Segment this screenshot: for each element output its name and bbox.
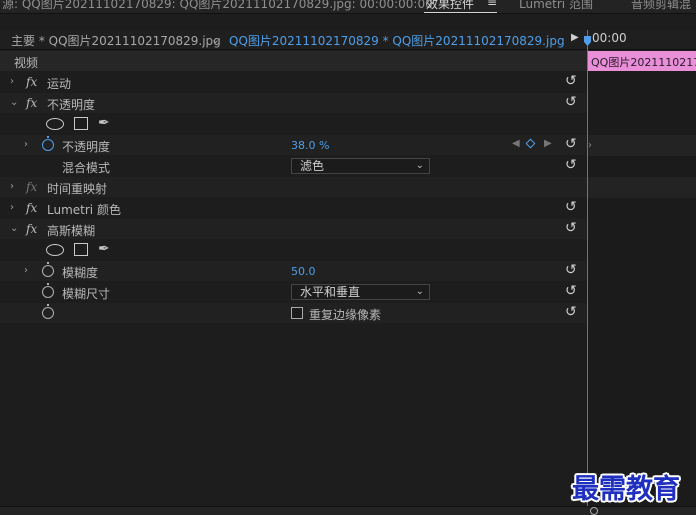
prev-keyframe-icon[interactable]: ◀ bbox=[512, 138, 520, 149]
fx-icon[interactable]: fx bbox=[26, 96, 37, 110]
pen-mask-icon[interactable]: ✒ bbox=[98, 241, 110, 257]
property-row-repeat-edge: 重复边缘像素 ↺ bbox=[0, 303, 587, 323]
keyframe-lane-time-remap[interactable] bbox=[588, 177, 696, 198]
reset-icon[interactable]: ↺ bbox=[565, 262, 577, 278]
panel-menu-icon[interactable]: ≡ bbox=[487, 0, 497, 9]
chevron-right-icon: › bbox=[588, 140, 592, 151]
mini-timeline[interactable]: QQ图片20211102170829.jpg › bbox=[588, 51, 696, 515]
watermark-text: 最需教育 bbox=[572, 474, 680, 505]
effect-controls-list: 视频 › fx 运动 ↺ ⌄ fx 不透明度 ↺ ✒ › 不透明度 38.0 %… bbox=[0, 51, 587, 515]
property-label-blend-mode: 混合模式 bbox=[62, 161, 111, 175]
next-keyframe-icon[interactable]: ▶ bbox=[544, 138, 552, 149]
fx-icon[interactable]: fx bbox=[26, 75, 37, 89]
active-tab-underline bbox=[424, 12, 497, 13]
chevron-down-icon[interactable]: ⌄ bbox=[211, 33, 220, 46]
audio-clip-mixer-tab[interactable]: 音频剪辑混 bbox=[631, 0, 691, 12]
repeat-edge-checkbox[interactable] bbox=[291, 307, 303, 319]
fx-icon[interactable]: fx bbox=[26, 180, 37, 194]
reset-icon[interactable]: ↺ bbox=[565, 283, 577, 299]
mask-tools-row: ✒ bbox=[0, 240, 587, 260]
rectangle-mask-icon[interactable] bbox=[74, 243, 88, 256]
blur-dimensions-select[interactable]: 水平和垂直 ⌄ bbox=[291, 284, 430, 300]
ellipse-mask-icon[interactable] bbox=[46, 244, 64, 256]
effect-label-motion: 运动 bbox=[47, 77, 72, 91]
timeline-timecode: 00:00 bbox=[592, 31, 627, 45]
source-monitor-tab[interactable]: 源: QQ图片20211102170829: QQ图片2021110217082… bbox=[2, 0, 433, 12]
reset-icon[interactable]: ↺ bbox=[565, 73, 577, 89]
property-label-blur-dimensions: 模糊尺寸 bbox=[62, 287, 111, 301]
mask-tools-row: ✒ bbox=[0, 114, 587, 134]
collapse-icon[interactable]: ⌄ bbox=[10, 97, 18, 108]
pen-mask-icon[interactable]: ✒ bbox=[98, 115, 110, 131]
effect-row-lumetri[interactable]: › fx Lumetri 颜色 ↺ bbox=[0, 198, 587, 218]
play-icon[interactable]: ▶ bbox=[571, 32, 579, 43]
keyframe-lane-opacity[interactable] bbox=[588, 135, 696, 156]
chevron-down-icon: ⌄ bbox=[415, 286, 424, 297]
property-row-blur-dimensions: 模糊尺寸 水平和垂直 ⌄ ↺ bbox=[0, 282, 587, 302]
reset-icon[interactable]: ↺ bbox=[565, 157, 577, 173]
effect-controls-tab[interactable]: 效果控件 bbox=[426, 0, 474, 12]
blend-mode-select[interactable]: 滤色 ⌄ bbox=[291, 158, 430, 174]
reset-icon[interactable]: ↺ bbox=[565, 304, 577, 320]
effect-row-gaussian-blur[interactable]: ⌄ fx 高斯模糊 ↺ bbox=[0, 219, 587, 239]
reset-icon[interactable]: ↺ bbox=[565, 136, 577, 152]
property-label-opacity: 不透明度 bbox=[62, 140, 111, 154]
expand-icon[interactable]: › bbox=[24, 265, 28, 276]
effect-label-gaussian-blur: 高斯模糊 bbox=[47, 224, 96, 238]
expand-icon[interactable]: › bbox=[10, 202, 14, 213]
bottom-bar bbox=[0, 506, 696, 515]
master-clip-label[interactable]: 主要 * QQ图片20211102170829.jpg bbox=[11, 32, 221, 49]
sequence-bar: 主要 * QQ图片20211102170829.jpg ⌄ QQ图片202111… bbox=[0, 30, 696, 50]
zoom-handle-icon[interactable] bbox=[590, 507, 598, 515]
panel-tab-bar: 源: QQ图片20211102170829: QQ图片2021110217082… bbox=[0, 0, 696, 14]
effect-label-time-remap: 时间重映射 bbox=[47, 182, 108, 196]
playhead-line[interactable] bbox=[587, 30, 588, 515]
expand-icon[interactable]: › bbox=[10, 76, 14, 87]
video-section-label: 视频 bbox=[14, 56, 39, 70]
expand-icon[interactable]: › bbox=[10, 181, 14, 192]
fx-icon[interactable]: fx bbox=[26, 222, 37, 236]
stopwatch-icon[interactable] bbox=[42, 136, 54, 151]
blurriness-value[interactable]: 50.0 bbox=[291, 265, 316, 278]
property-label-blurriness: 模糊度 bbox=[62, 266, 99, 280]
effect-row-time-remap[interactable]: › fx 时间重映射 bbox=[0, 177, 587, 197]
reset-icon[interactable]: ↺ bbox=[565, 220, 577, 236]
rectangle-mask-icon[interactable] bbox=[74, 117, 88, 130]
fx-icon[interactable]: fx bbox=[26, 201, 37, 215]
ellipse-mask-icon[interactable] bbox=[46, 118, 64, 130]
effect-label-opacity: 不透明度 bbox=[47, 98, 96, 112]
property-row-opacity[interactable]: › 不透明度 38.0 % ◀ ▶ ↺ bbox=[0, 135, 587, 155]
effect-row-opacity[interactable]: ⌄ fx 不透明度 ↺ bbox=[0, 93, 587, 113]
chevron-down-icon: ⌄ bbox=[415, 160, 424, 171]
effect-row-motion[interactable]: › fx 运动 ↺ bbox=[0, 72, 587, 92]
lumetri-scopes-tab[interactable]: Lumetri 范围 bbox=[519, 0, 593, 12]
stopwatch-icon[interactable] bbox=[42, 262, 54, 277]
timeline-clip[interactable]: QQ图片20211102170829.jpg bbox=[588, 51, 696, 71]
stopwatch-icon[interactable] bbox=[42, 283, 54, 298]
add-keyframe-icon[interactable] bbox=[525, 138, 536, 149]
property-row-blend-mode: 混合模式 滤色 ⌄ ↺ bbox=[0, 156, 587, 176]
reset-icon[interactable]: ↺ bbox=[565, 199, 577, 215]
expand-icon[interactable]: › bbox=[24, 139, 28, 150]
repeat-edge-label: 重复边缘像素 bbox=[309, 308, 382, 322]
stopwatch-icon[interactable] bbox=[42, 304, 54, 319]
collapse-icon[interactable]: ⌄ bbox=[10, 223, 18, 234]
blend-mode-value: 滤色 bbox=[300, 159, 325, 173]
video-section-header: 视频 bbox=[0, 51, 587, 71]
opacity-value[interactable]: 38.0 % bbox=[291, 139, 329, 152]
reset-icon[interactable]: ↺ bbox=[565, 94, 577, 110]
property-row-blurriness[interactable]: › 模糊度 50.0 ↺ bbox=[0, 261, 587, 281]
blur-dimensions-value: 水平和垂直 bbox=[300, 285, 361, 299]
effect-label-lumetri: Lumetri 颜色 bbox=[47, 203, 121, 217]
sequence-clip-label[interactable]: QQ图片20211102170829 * QQ图片20211102170829.… bbox=[229, 32, 565, 49]
